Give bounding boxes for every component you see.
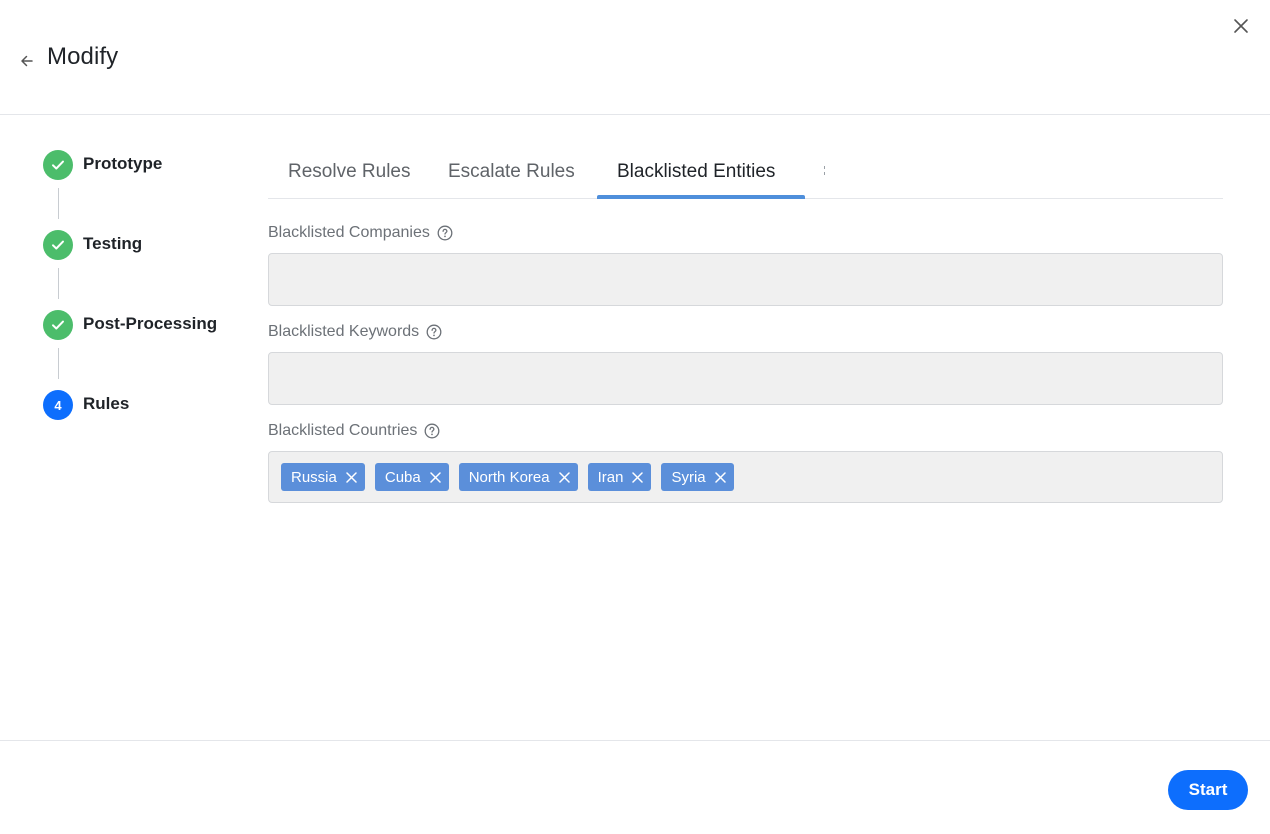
country-chip: Iran [587, 463, 652, 491]
check-icon [52, 320, 64, 330]
country-chip-list: Russia Cuba North Korea Iran Syria [281, 463, 744, 491]
companies-input[interactable] [268, 253, 1223, 306]
chip-label: Syria [671, 468, 706, 486]
step-done-indicator [43, 310, 73, 340]
rules-tabs: Resolve Rules Escalate Rules Blacklisted… [268, 150, 1223, 199]
start-button[interactable]: Start [1168, 770, 1248, 810]
chip-label: Russia [291, 468, 337, 486]
keywords-input[interactable] [268, 352, 1223, 405]
chip-label: Iran [597, 468, 624, 486]
country-chip: North Korea [458, 463, 578, 491]
tab-resolve-rules[interactable]: Resolve Rules [288, 150, 411, 199]
help-icon[interactable] [437, 225, 453, 241]
step-done-indicator [43, 230, 73, 260]
step-label: Prototype [83, 154, 163, 173]
arrow-left-icon[interactable] [18, 52, 36, 70]
remove-chip-icon[interactable] [346, 471, 357, 483]
step-rules[interactable]: 4 Rules [43, 390, 129, 420]
help-icon[interactable] [426, 324, 442, 340]
chip-label: Cuba [384, 468, 421, 486]
tab-blacklisted-entities[interactable]: Blacklisted Entities [617, 150, 775, 199]
step-number-badge: 4 [43, 390, 73, 420]
country-chip: Russia [281, 463, 365, 491]
step-testing[interactable]: Testing [43, 230, 142, 260]
footer-divider [0, 740, 1270, 741]
step-label: Testing [83, 234, 143, 253]
chip-label: North Korea [468, 468, 550, 486]
tab-escalate-rules[interactable]: Escalate Rules [448, 150, 575, 199]
companies-label: Blacklisted Companies [268, 224, 430, 241]
keywords-label-row: Blacklisted Keywords [268, 323, 442, 341]
modal-header: Modify [0, 0, 1270, 115]
step-post-processing[interactable]: Post-Processing [43, 310, 217, 340]
companies-label-row: Blacklisted Companies [268, 224, 453, 242]
remove-chip-icon[interactable] [429, 471, 441, 483]
remove-chip-icon[interactable] [632, 471, 644, 483]
step-done-indicator [43, 150, 73, 180]
step-label: Rules [83, 394, 130, 413]
remove-chip-icon[interactable] [558, 471, 570, 483]
step-label: Post-Processing [83, 314, 218, 333]
remove-chip-icon[interactable] [714, 471, 726, 483]
country-chip: Cuba [374, 463, 449, 491]
countries-input[interactable]: Russia Cuba North Korea Iran Syria [268, 451, 1223, 503]
tab-overflow-cutoff [824, 164, 826, 178]
check-icon [52, 160, 64, 170]
step-prototype[interactable]: Prototype [43, 150, 162, 180]
step-connector [58, 188, 59, 219]
step-connector [58, 268, 59, 299]
country-chip: Syria [661, 463, 734, 491]
close-icon[interactable] [1231, 16, 1251, 36]
page-title: Modify [47, 43, 119, 70]
active-tab-indicator [597, 195, 805, 199]
step-connector [58, 348, 59, 379]
keywords-label: Blacklisted Keywords [268, 323, 420, 340]
countries-label: Blacklisted Countries [268, 422, 418, 439]
help-icon[interactable] [424, 423, 440, 439]
countries-label-row: Blacklisted Countries [268, 422, 440, 440]
check-icon [52, 240, 64, 250]
